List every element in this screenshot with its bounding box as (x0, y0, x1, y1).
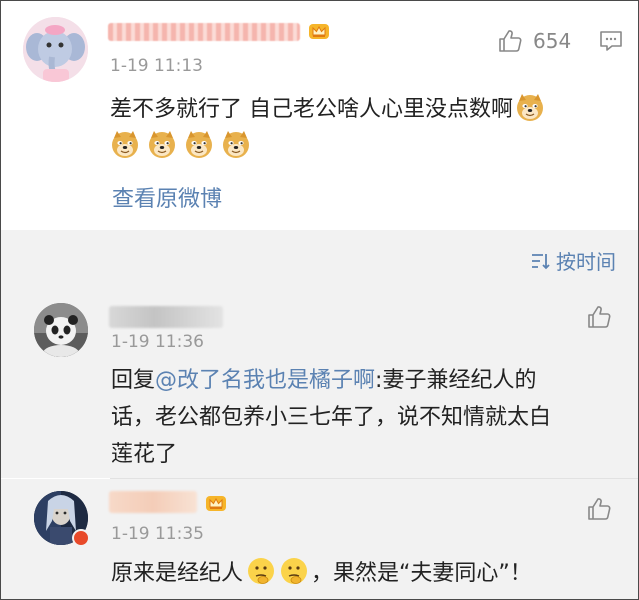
username-blurred[interactable] (108, 23, 300, 41)
thumbs-up-icon[interactable] (586, 496, 612, 522)
sort-icon (532, 253, 550, 269)
avatar[interactable] (34, 303, 88, 357)
username-blurred[interactable] (109, 491, 197, 513)
thumbs-up-icon (497, 28, 523, 54)
thinking-emoji (246, 556, 276, 586)
comment-text: 差不多就行了 自己老公啥人心里没点数啊 (110, 91, 552, 165)
comment-icon[interactable] (599, 30, 623, 52)
thumbs-up-icon[interactable] (586, 304, 612, 330)
main-comment: 654 1-19 11:13 差不多就行了 自己老公啥人心里没点数啊 查看原微博 (1, 1, 638, 230)
reply-time: 1-19 11:35 (111, 524, 204, 544)
doge-emoji (221, 129, 251, 159)
thinking-emoji (279, 556, 309, 586)
verified-badge-icon (72, 529, 90, 547)
panda-avatar-icon (34, 303, 88, 357)
doge-emoji (110, 129, 140, 159)
sort-bar: 按时间 (1, 230, 638, 286)
reply-time: 1-19 11:36 (111, 332, 204, 352)
vip-crown-icon (308, 22, 330, 40)
doge-emoji (147, 129, 177, 159)
sort-by-time-button[interactable]: 按时间 (530, 246, 616, 275)
doge-emoji (184, 129, 214, 159)
doge-emoji (515, 92, 545, 122)
reply-item: 1-19 11:36 回复@改了名我也是橘子啊:妻子兼经纪人的 话，老公都包养小… (1, 286, 638, 478)
sort-label: 按时间 (556, 250, 616, 274)
avatar[interactable] (23, 17, 88, 82)
mention-link[interactable]: @改了名我也是橘子啊 (155, 368, 375, 393)
like-count: 654 (533, 29, 572, 53)
vip-crown-icon (205, 494, 227, 512)
view-original-link[interactable]: 查看原微博 (112, 181, 222, 213)
like-button[interactable]: 654 (497, 28, 571, 54)
reply-text: 回复@改了名我也是橘子啊:妻子兼经纪人的 话，老公都包养小三七年了，说不知情就太… (111, 368, 552, 467)
comment-time: 1-19 11:13 (110, 56, 203, 76)
elephant-avatar-icon (23, 17, 88, 82)
reply-item: 1-19 11:35 原来是经纪人 ，果然是“夫妻同心”！ (1, 479, 638, 599)
reply-text: 原来是经纪人 ，果然是“夫妻同心”！ (111, 555, 532, 592)
username-blurred[interactable] (109, 306, 223, 328)
